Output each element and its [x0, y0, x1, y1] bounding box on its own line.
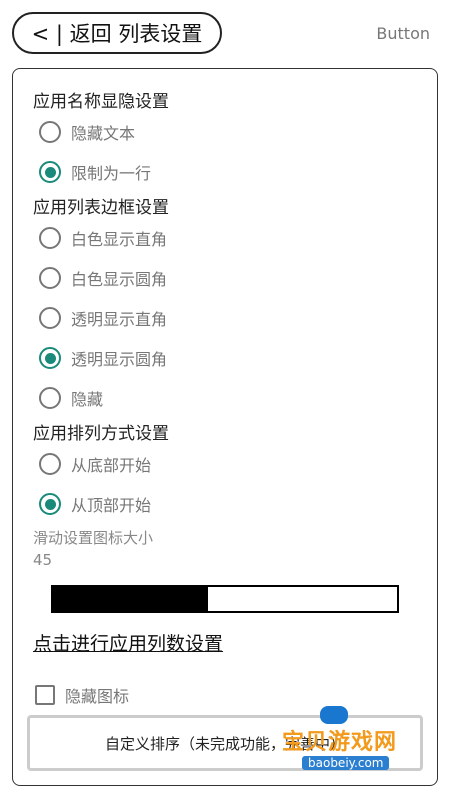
radio-icon-selected [39, 161, 61, 183]
radio-transparent-round[interactable]: 透明显示圆角 [39, 343, 167, 373]
radio-label: 白色显示直角 [71, 230, 168, 249]
radio-hide-border[interactable]: 隐藏 [39, 383, 103, 413]
radio-from-top[interactable]: 从顶部开始 [39, 489, 151, 519]
radio-label: 隐藏 [71, 390, 104, 409]
radio-label: 透明显示直角 [71, 310, 168, 329]
radio-hide-text[interactable]: 隐藏文本 [39, 117, 135, 147]
back-button[interactable]: < | 返回 列表设置 [12, 12, 222, 54]
radio-label: 限制为一行 [71, 164, 152, 183]
settings-panel: 应用名称显隐设置 隐藏文本 限制为一行 应用列表边框设置 白色显示直角 白色显示… [12, 68, 438, 786]
radio-icon [39, 227, 61, 249]
checkbox-label: 隐藏图标 [65, 687, 130, 706]
radio-icon [39, 387, 61, 409]
icon-size-slider[interactable] [51, 585, 399, 613]
radio-icon [39, 453, 61, 475]
radio-label: 透明显示圆角 [71, 350, 168, 369]
radio-white-round[interactable]: 白色显示圆角 [39, 263, 167, 293]
top-right-button[interactable]: Button [376, 24, 430, 43]
order-section-title: 应用排列方式设置 [33, 424, 169, 444]
watermark-url: baobeiy.com [302, 756, 390, 770]
radio-transparent-square[interactable]: 透明显示直角 [39, 303, 167, 333]
border-section-title: 应用列表边框设置 [33, 198, 169, 218]
radio-label: 隐藏文本 [71, 124, 136, 143]
radio-icon [39, 121, 61, 143]
slider-fill [53, 587, 208, 611]
gamepad-icon [320, 706, 348, 724]
columns-setting-link[interactable]: 点击进行应用列数设置 [33, 629, 223, 656]
radio-label: 白色显示圆角 [71, 270, 168, 289]
radio-white-square[interactable]: 白色显示直角 [39, 223, 167, 253]
checkbox[interactable] [35, 685, 55, 705]
radio-label: 从顶部开始 [71, 496, 152, 515]
radio-icon [39, 307, 61, 329]
name-section-title: 应用名称显隐设置 [33, 92, 169, 112]
radio-label: 从底部开始 [71, 456, 152, 475]
radio-icon-selected [39, 347, 61, 369]
radio-one-line[interactable]: 限制为一行 [39, 157, 151, 187]
slider-title: 滑动设置图标大小 [33, 529, 154, 547]
watermark-text: 宝贝游戏网 [282, 730, 398, 755]
slider-value: 45 [33, 551, 53, 569]
hide-icon-checkbox-row[interactable]: 隐藏图标 [35, 683, 129, 707]
radio-icon [39, 267, 61, 289]
top-bar: < | 返回 列表设置 Button [0, 0, 450, 68]
watermark-logo: 宝贝游戏网 baobeiy.com [282, 706, 422, 774]
radio-from-bottom[interactable]: 从底部开始 [39, 449, 151, 479]
radio-icon-selected [39, 493, 61, 515]
